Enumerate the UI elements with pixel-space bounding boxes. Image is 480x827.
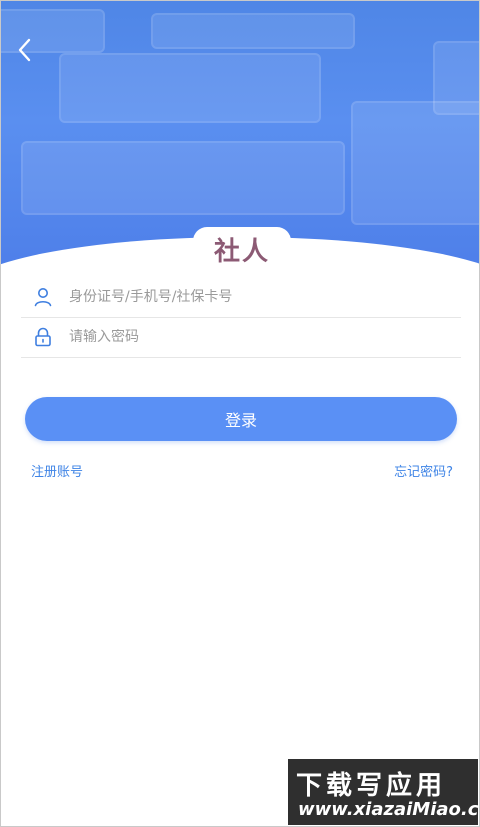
watermark-title: 下载写应用	[296, 771, 447, 801]
forgot-password-link[interactable]: 忘记密码?	[394, 461, 453, 480]
password-field	[21, 317, 461, 358]
login-button[interactable]: 登录	[25, 397, 457, 441]
app-logo: 社人	[193, 227, 291, 271]
logo-text: 社人	[213, 236, 270, 267]
back-button[interactable]	[9, 37, 39, 67]
login-screen: 社人 登录 注册账号 忘记密码? 下载写应用 www.xiazaiMiao.co…	[0, 0, 480, 827]
register-link[interactable]: 注册账号	[31, 461, 83, 480]
watermark-url: www.xiazaiMiao.com	[298, 799, 479, 820]
password-input[interactable]	[65, 329, 429, 345]
watermark: 下载写应用 www.xiazaiMiao.com	[288, 759, 479, 825]
user-icon	[21, 287, 65, 307]
id-input[interactable]	[65, 289, 429, 305]
lock-icon	[21, 327, 65, 347]
chevron-left-icon	[17, 38, 31, 66]
id-field	[21, 277, 461, 318]
